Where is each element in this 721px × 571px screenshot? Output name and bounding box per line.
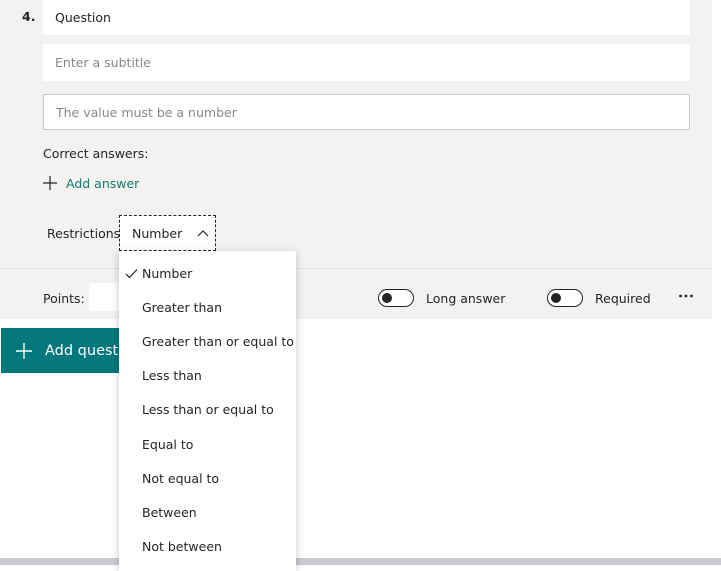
divider bbox=[0, 268, 712, 269]
dropdown-option-label: Not between bbox=[142, 539, 222, 555]
required-toggle-row: Required bbox=[547, 289, 651, 307]
dropdown-option-number[interactable]: Number bbox=[119, 256, 296, 290]
dropdown-option-between[interactable]: Between bbox=[119, 495, 296, 529]
dropdown-option-equal-to[interactable]: Equal to bbox=[119, 427, 296, 461]
restrictions-dropdown: Number Greater than Greater than or equa… bbox=[119, 251, 296, 571]
subtitle-placeholder: Enter a subtitle bbox=[55, 55, 151, 70]
question-number: 4. bbox=[22, 9, 36, 24]
dropdown-option-less-than[interactable]: Less than bbox=[119, 359, 296, 393]
checkmark-icon bbox=[125, 269, 138, 279]
restrictions-select[interactable]: Number bbox=[119, 215, 216, 251]
dropdown-option-label: Greater than bbox=[142, 299, 223, 315]
answer-value-placeholder: The value must be a number bbox=[56, 104, 237, 120]
dropdown-option-label: Between bbox=[142, 504, 197, 520]
required-toggle[interactable] bbox=[547, 289, 583, 307]
dropdown-option-label: Equal to bbox=[142, 436, 194, 452]
subtitle-input[interactable]: Enter a subtitle bbox=[43, 44, 690, 81]
restrictions-label: Restrictions bbox=[47, 226, 121, 241]
bottom-strip bbox=[0, 558, 721, 565]
dropdown-option-label: Number bbox=[142, 265, 193, 281]
question-card: 4. Question Enter a subtitle The value m… bbox=[0, 0, 712, 319]
dropdown-option-not-equal-to[interactable]: Not equal to bbox=[119, 461, 296, 495]
dropdown-option-label: Less than bbox=[142, 368, 202, 384]
question-title-input[interactable]: Question bbox=[43, 0, 690, 35]
restrictions-selected-value: Number bbox=[132, 225, 183, 241]
long-answer-toggle-row: Long answer bbox=[378, 289, 505, 307]
long-answer-toggle[interactable] bbox=[378, 289, 414, 307]
toggle-knob bbox=[551, 292, 561, 303]
dropdown-option-label: Not equal to bbox=[142, 470, 220, 486]
dropdown-option-label: Less than or equal to bbox=[142, 402, 274, 418]
add-answer-label: Add answer bbox=[66, 175, 140, 191]
add-answer-button[interactable]: Add answer bbox=[42, 175, 139, 191]
required-label: Required bbox=[595, 290, 651, 306]
dropdown-option-greater-than[interactable]: Greater than bbox=[119, 290, 296, 324]
dropdown-option-label: Greater than or equal to bbox=[142, 333, 294, 349]
plus-icon bbox=[16, 342, 32, 359]
points-label: Points: bbox=[43, 291, 85, 306]
toggle-knob bbox=[382, 292, 392, 303]
plus-icon bbox=[43, 176, 57, 190]
question-title-text: Question bbox=[55, 10, 111, 25]
long-answer-label: Long answer bbox=[426, 290, 506, 306]
chevron-up-icon bbox=[197, 230, 209, 237]
dropdown-option-less-than-or-equal[interactable]: Less than or equal to bbox=[119, 393, 296, 427]
dropdown-option-greater-than-or-equal[interactable]: Greater than or equal to bbox=[119, 324, 296, 358]
answer-value-input[interactable]: The value must be a number bbox=[43, 94, 690, 130]
dropdown-option-not-between[interactable]: Not between bbox=[119, 530, 296, 564]
correct-answers-label: Correct answers: bbox=[43, 146, 149, 161]
more-icon[interactable] bbox=[678, 288, 694, 304]
